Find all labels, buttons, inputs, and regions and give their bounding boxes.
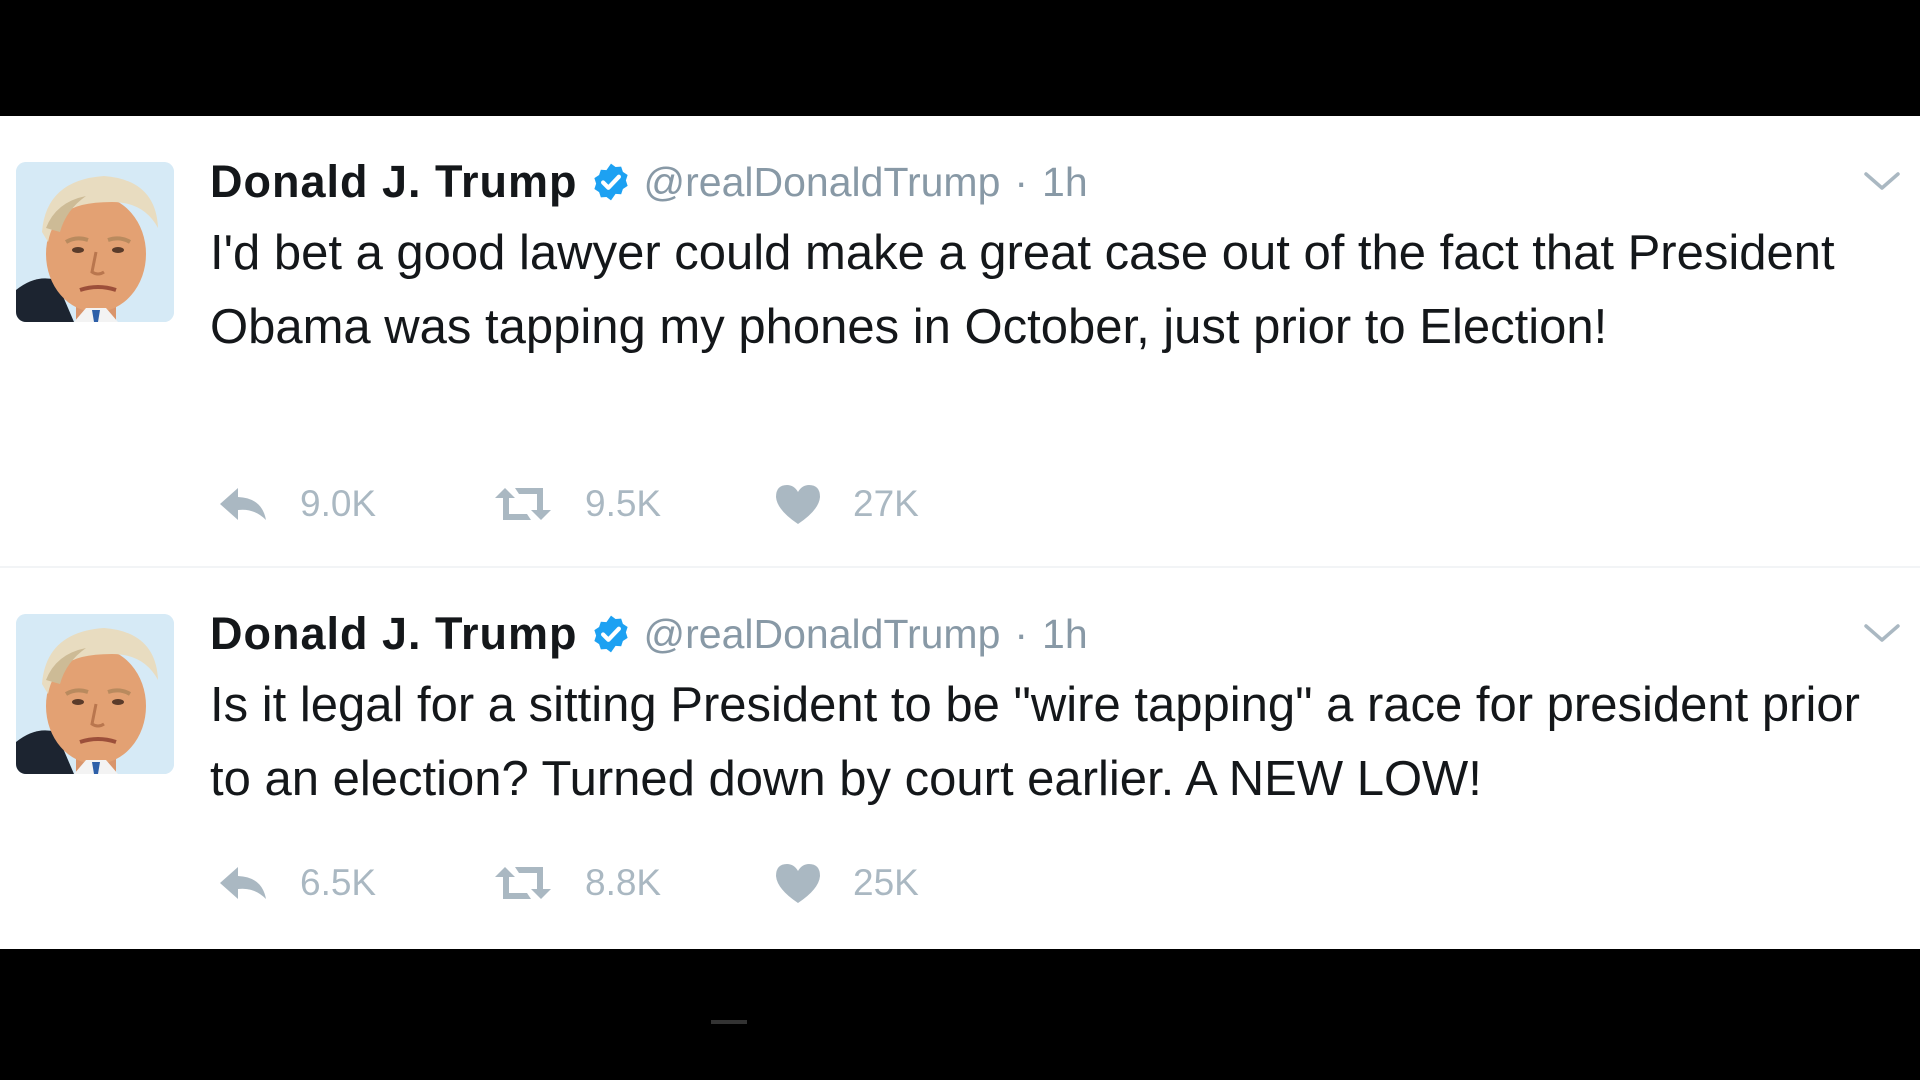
retweet-icon	[491, 484, 555, 524]
reply-icon	[216, 484, 270, 524]
retweet-button[interactable]: 9.5K	[491, 483, 773, 525]
tweet-feed: Donald J. Trump @realDonaldTrump · 1h I'…	[0, 116, 1920, 949]
reply-icon	[216, 863, 270, 903]
video-letterbox-bottom	[0, 949, 1920, 1080]
tweet-text: I'd bet a good lawyer could make a great…	[210, 226, 1835, 354]
heart-icon	[773, 861, 823, 905]
tweet-header: Donald J. Trump @realDonaldTrump · 1h	[210, 154, 1088, 210]
separator-dot: ·	[1014, 158, 1029, 205]
retweet-count: 8.8K	[585, 862, 662, 903]
author-handle[interactable]: @realDonaldTrump	[644, 611, 1001, 658]
author-handle[interactable]: @realDonaldTrump	[644, 159, 1001, 206]
verified-badge-icon	[590, 613, 632, 655]
avatar[interactable]	[16, 614, 174, 774]
reply-count: 9.0K	[300, 483, 377, 524]
reply-count: 6.5K	[300, 862, 377, 903]
like-button[interactable]: 25K	[773, 861, 973, 905]
reply-button[interactable]: 9.0K	[216, 483, 491, 525]
tweet[interactable]: Donald J. Trump @realDonaldTrump · 1h Is…	[0, 568, 1920, 949]
separator-dot: ·	[1014, 610, 1029, 657]
video-progress-mark	[711, 1020, 747, 1024]
avatar[interactable]	[16, 162, 174, 322]
reply-button[interactable]: 6.5K	[216, 862, 491, 904]
like-count: 25K	[853, 862, 919, 903]
retweet-count: 9.5K	[585, 483, 662, 524]
video-letterbox-top	[0, 0, 1920, 116]
heart-icon	[773, 482, 823, 526]
timestamp[interactable]: 1h	[1042, 611, 1088, 658]
timestamp[interactable]: 1h	[1042, 159, 1088, 206]
author-name[interactable]: Donald J. Trump	[210, 156, 578, 208]
retweet-icon	[491, 863, 555, 903]
like-button[interactable]: 27K	[773, 482, 973, 526]
tweet-text: Is it legal for a sitting President to b…	[210, 678, 1860, 806]
chevron-down-icon[interactable]	[1862, 618, 1902, 648]
tweet-actions: 9.0K 9.5K 27K	[216, 474, 973, 534]
verified-badge-icon	[590, 161, 632, 203]
retweet-button[interactable]: 8.8K	[491, 862, 773, 904]
tweet-header: Donald J. Trump @realDonaldTrump · 1h	[210, 606, 1088, 662]
like-count: 27K	[853, 483, 919, 524]
chevron-down-icon[interactable]	[1862, 166, 1902, 196]
author-name[interactable]: Donald J. Trump	[210, 608, 578, 660]
tweet-actions: 6.5K 8.8K 25K	[216, 853, 973, 913]
tweet[interactable]: Donald J. Trump @realDonaldTrump · 1h I'…	[0, 116, 1920, 566]
